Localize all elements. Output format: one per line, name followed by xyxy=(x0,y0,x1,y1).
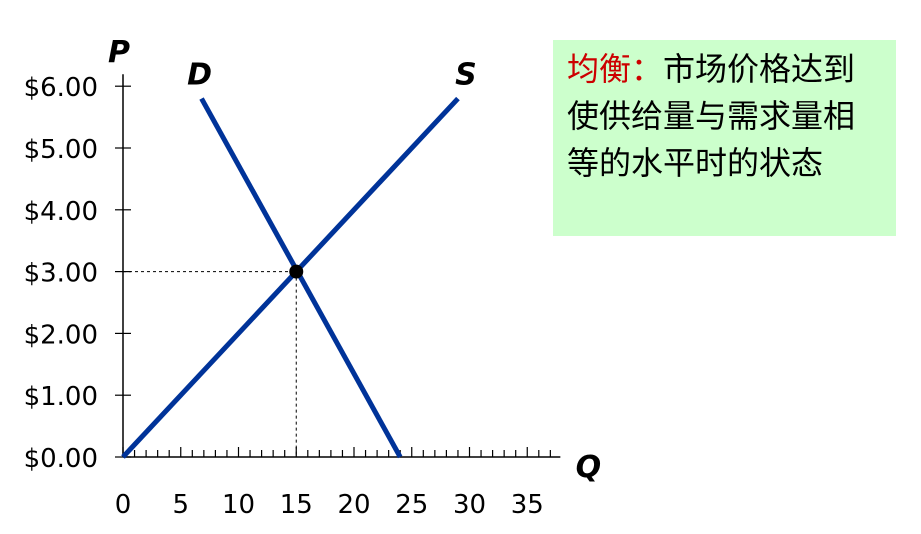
supply-curve xyxy=(121,96,460,459)
x-axis-title: Q xyxy=(576,450,602,485)
demand-label: D xyxy=(187,58,212,93)
x-tick-label: 35 xyxy=(511,490,544,520)
x-tick-label: 25 xyxy=(395,490,428,520)
y-tick-label: $5.00 xyxy=(24,135,98,165)
equilibrium-note: 均衡：市场价格达到使供给量与需求量相等的水平时的状态 xyxy=(553,40,896,236)
x-tick-label: 30 xyxy=(453,490,486,520)
note-term: 均衡： xyxy=(567,50,664,88)
y-tick-label: $3.00 xyxy=(24,259,98,289)
y-tick-label: $2.00 xyxy=(24,320,98,350)
equilibrium-point xyxy=(289,264,304,279)
x-tick-label: 10 xyxy=(222,490,255,520)
x-tick-label: 20 xyxy=(337,490,370,520)
y-tick-label: $1.00 xyxy=(24,382,98,412)
y-axis-title: P xyxy=(108,35,130,70)
x-tick-label: 5 xyxy=(172,490,189,520)
y-tick-label: $0.00 xyxy=(24,444,98,474)
y-tick-label: $4.00 xyxy=(24,197,98,227)
demand-curve xyxy=(199,97,403,459)
y-tick-label: $6.00 xyxy=(24,73,98,103)
x-tick-label: 15 xyxy=(280,490,313,520)
supply-label: S xyxy=(455,58,477,93)
x-tick-label: 0 xyxy=(115,490,132,520)
